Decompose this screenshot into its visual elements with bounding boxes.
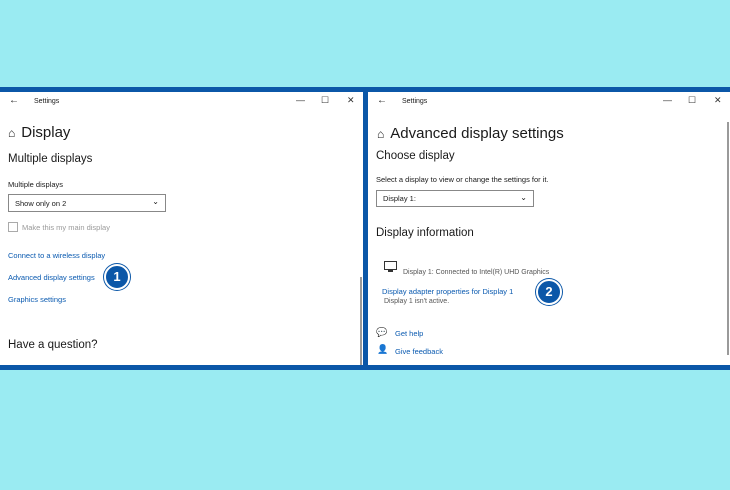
dropdown-value: Show only on 2 (15, 199, 67, 208)
choose-display-instruction: Select a display to view or change the s… (376, 175, 549, 184)
title-bar: ← Settings — ☐ ✕ (0, 92, 363, 112)
chat-help-icon: 💬 (376, 327, 388, 337)
home-icon: ⌂ (8, 126, 16, 140)
settings-window-display: ← Settings — ☐ ✕ ⌂ Display Multiple displ… (0, 92, 363, 365)
back-arrow-icon[interactable]: ← (377, 95, 387, 106)
feedback-person-icon: 👤 (377, 344, 389, 354)
page-title: ⌂ Display (8, 124, 70, 141)
step-badge-1: 1 (104, 264, 130, 290)
close-button[interactable]: ✕ (714, 95, 722, 106)
title-bar: ← Settings — ☐ ✕ (368, 92, 730, 112)
display-connection-info: Display 1: Connected to Intel(R) UHD Gra… (403, 269, 550, 276)
window-title: Settings (34, 98, 60, 105)
home-icon: ⌂ (377, 127, 385, 141)
link-graphics-settings[interactable]: Graphics settings (8, 295, 66, 304)
step-badge-2: 2 (536, 279, 562, 305)
maximize-button[interactable]: ☐ (321, 95, 329, 106)
window-title: Settings (402, 98, 428, 105)
minimize-button[interactable]: — (296, 95, 305, 105)
section-heading-display-information: Display information (376, 227, 474, 239)
main-display-checkbox[interactable]: Make this my main display (8, 222, 110, 232)
section-heading-multiple-displays: Multiple displays (8, 153, 93, 165)
checkbox-label: Make this my main display (22, 223, 110, 232)
link-connect-wireless-display[interactable]: Connect to a wireless display (8, 251, 105, 260)
link-advanced-display-settings[interactable]: Advanced display settings (8, 273, 95, 282)
chevron-down-icon: ⌄ (520, 193, 527, 202)
page-title: ⌂ Advanced display settings (377, 125, 564, 142)
link-give-feedback[interactable]: Give feedback (395, 347, 443, 356)
page-title-text: Advanced display settings (390, 125, 564, 142)
checkbox-box (8, 222, 18, 232)
scrollbar[interactable] (360, 277, 362, 365)
dropdown-value: Display 1: (383, 194, 416, 203)
minimize-button[interactable]: — (663, 95, 672, 105)
scrollbar[interactable] (727, 122, 729, 355)
settings-window-advanced-display: ← Settings — ☐ ✕ ⌂ Advanced display setti… (368, 92, 730, 365)
section-heading-question: Have a question? (8, 339, 98, 351)
display-inactive-note: Display 1 isn't active. (384, 298, 450, 305)
monitor-icon (384, 261, 397, 272)
display-dropdown[interactable]: Display 1: ⌄ (376, 190, 534, 207)
back-arrow-icon[interactable]: ← (9, 95, 19, 106)
page-title-text: Display (21, 124, 71, 141)
chevron-down-icon: ⌄ (152, 197, 159, 206)
maximize-button[interactable]: ☐ (688, 95, 696, 106)
close-button[interactable]: ✕ (347, 95, 355, 106)
dropdown-label: Multiple displays (8, 180, 64, 189)
section-heading-choose-display: Choose display (376, 150, 455, 162)
link-display-adapter-properties[interactable]: Display adapter properties for Display 1 (382, 287, 513, 296)
multiple-displays-dropdown[interactable]: Show only on 2 ⌄ (8, 194, 166, 212)
link-get-help[interactable]: Get help (395, 329, 423, 338)
